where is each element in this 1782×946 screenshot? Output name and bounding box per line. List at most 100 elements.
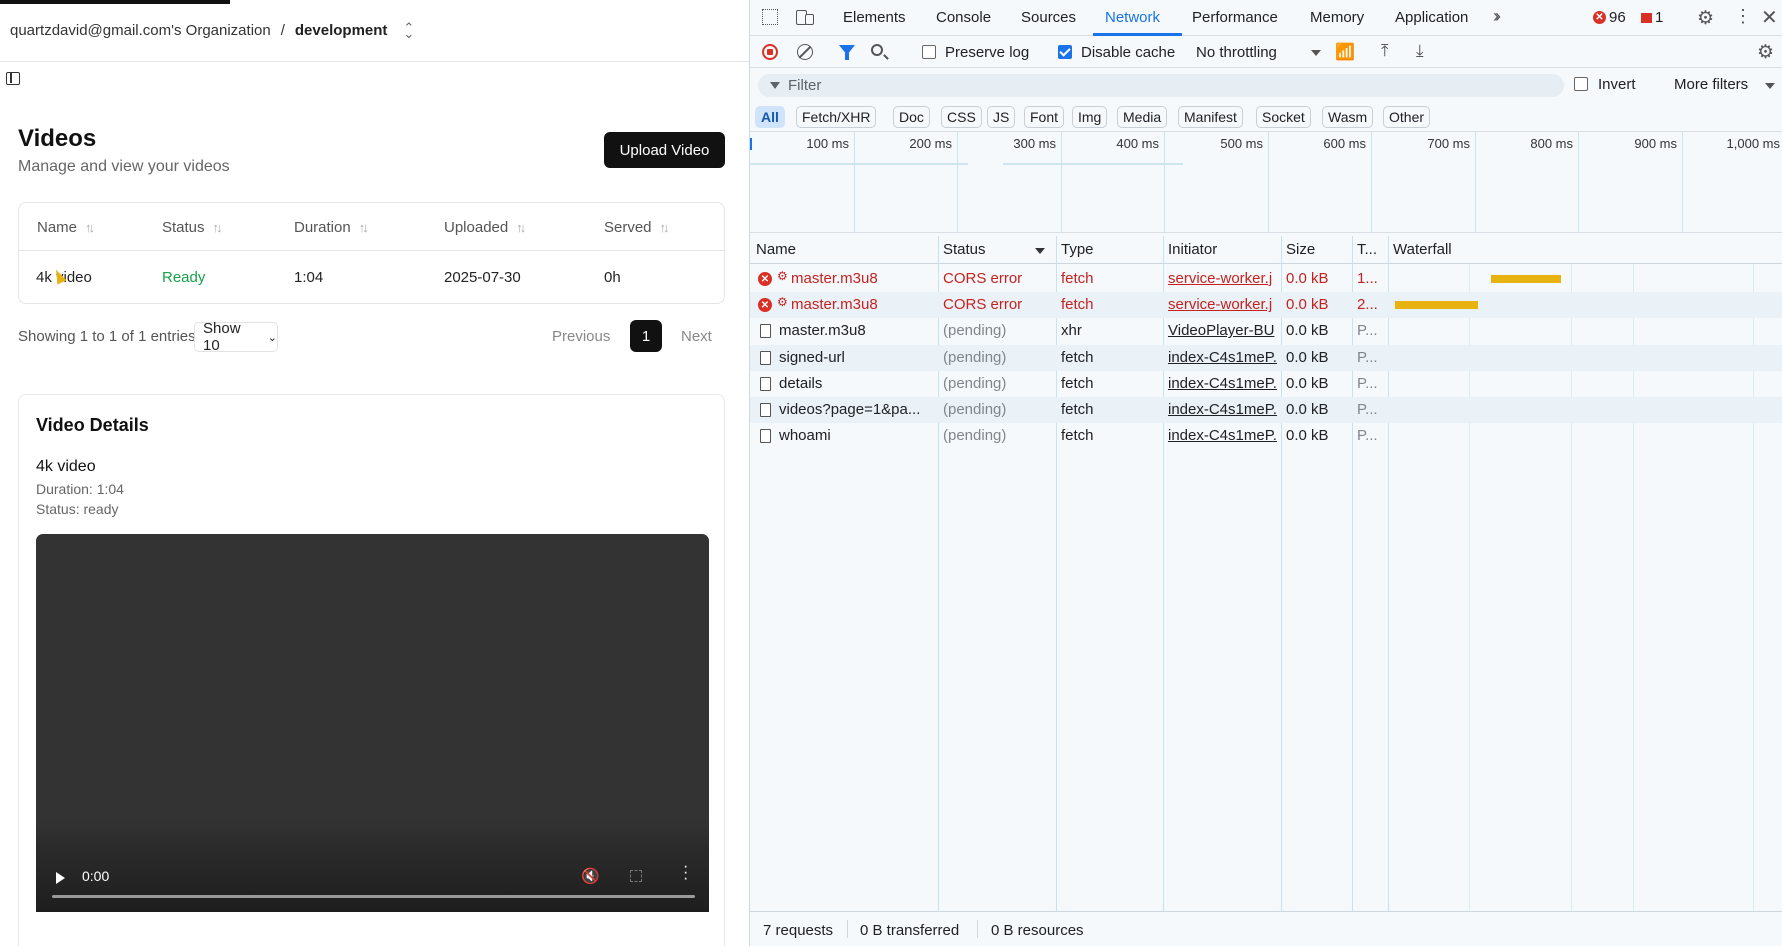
request-name[interactable]: master.m3u8 xyxy=(791,270,934,287)
request-initiator-link[interactable]: index-C4s1meP. xyxy=(1168,427,1279,444)
column-header-name[interactable]: Name ↑↓ xyxy=(37,219,95,236)
column-header-duration[interactable]: Duration ↑↓ xyxy=(294,219,369,236)
request-name[interactable]: signed-url xyxy=(779,349,934,366)
type-filter-other[interactable]: Other xyxy=(1383,106,1431,128)
tab-elements[interactable]: Elements xyxy=(843,9,906,26)
video-details-card: Video Details 4k video Duration: 1:04 St… xyxy=(18,394,725,946)
type-filter-font[interactable]: Font xyxy=(1024,106,1065,128)
video-player[interactable]: 0:00 🔇 · · · xyxy=(36,534,709,912)
request-row[interactable]: master.m3u8 (pending) xhr VideoPlayer-BU 0.0… xyxy=(750,318,1782,344)
tab-application[interactable]: Application xyxy=(1395,9,1468,26)
request-initiator-link[interactable]: VideoPlayer-BU xyxy=(1168,322,1279,339)
request-name[interactable]: master.m3u8 xyxy=(779,322,934,339)
column-header-size[interactable]: Size xyxy=(1286,241,1315,258)
disable-cache-checkbox[interactable] xyxy=(1058,45,1072,59)
column-header-served[interactable]: Served ↑↓ xyxy=(604,219,670,236)
error-icon: ✕ xyxy=(758,298,772,313)
timeline-overview[interactable]: 100 ms 200 ms 300 ms 400 ms 500 ms 600 ms 700 … xyxy=(750,132,1782,233)
tab-memory[interactable]: Memory xyxy=(1310,9,1364,26)
clear-icon[interactable] xyxy=(797,44,813,60)
filter-icon xyxy=(770,82,780,89)
sort-icon: ↑↓ xyxy=(358,220,369,235)
timeline-tick-label: 700 ms xyxy=(1427,136,1470,151)
type-filter-doc[interactable]: Doc xyxy=(893,106,930,128)
type-filter-fetch-xhr[interactable]: Fetch/XHR xyxy=(796,106,877,128)
issue-count-badge[interactable]: 1 xyxy=(1641,9,1663,26)
request-name[interactable]: details xyxy=(779,375,934,392)
type-filter-wasm[interactable]: Wasm xyxy=(1322,106,1374,128)
type-filter-js[interactable]: JS xyxy=(987,106,1016,128)
type-filter-img[interactable]: Img xyxy=(1072,106,1108,128)
request-row[interactable]: ✕ ⚙ master.m3u8 CORS error fetch service-work… xyxy=(750,266,1782,292)
request-initiator-link[interactable]: index-C4s1meP. xyxy=(1168,401,1279,418)
page-size-select[interactable]: Show 10 ⌄ xyxy=(194,320,278,354)
network-conditions-icon[interactable]: 📶 xyxy=(1335,42,1355,62)
video-progress-slider[interactable] xyxy=(52,895,695,898)
column-header-uploaded[interactable]: Uploaded ↑↓ xyxy=(444,219,526,236)
request-row[interactable]: ✕ ⚙ master.m3u8 CORS error fetch service-work… xyxy=(750,292,1782,319)
error-count-badge[interactable]: ✕ 96 xyxy=(1593,9,1626,26)
invert-checkbox[interactable] xyxy=(1574,77,1588,91)
request-initiator-link[interactable]: service-worker.j xyxy=(1168,270,1279,287)
record-icon[interactable] xyxy=(762,44,778,60)
request-row[interactable]: whoami (pending) fetch index-C4s1meP. 0.0 kB… xyxy=(750,423,1782,449)
more-options-icon[interactable]: · · · xyxy=(683,859,688,887)
play-icon[interactable] xyxy=(56,872,65,884)
type-filter-css[interactable]: CSS xyxy=(941,106,982,128)
close-icon[interactable]: ✕ xyxy=(1761,5,1778,30)
gear-icon[interactable]: ⚙ xyxy=(1697,7,1714,30)
org-breadcrumb[interactable]: quartzdavid@gmail.com's Organization xyxy=(10,22,271,39)
timeline-tick-label: 1,000 ms xyxy=(1726,136,1780,151)
request-initiator-link[interactable]: index-C4s1meP. xyxy=(1168,375,1279,392)
column-header-waterfall[interactable]: Waterfall xyxy=(1393,241,1452,258)
request-initiator-link[interactable]: service-worker.j xyxy=(1168,296,1279,313)
tab-console[interactable]: Console xyxy=(936,9,991,26)
next-page-button[interactable]: Next xyxy=(681,328,712,345)
previous-page-button[interactable]: Previous xyxy=(552,328,610,345)
waterfall-bar[interactable] xyxy=(1395,301,1478,310)
waterfall-bar[interactable] xyxy=(1491,275,1561,283)
volume-icon[interactable]: 🔇 xyxy=(581,867,600,885)
type-filter-all[interactable]: All xyxy=(755,106,785,128)
network-settings-icon[interactable]: ⚙ xyxy=(1757,41,1774,64)
timeline-tick-label: 600 ms xyxy=(1323,136,1366,151)
tab-performance[interactable]: Performance xyxy=(1192,9,1278,26)
upload-video-button[interactable]: Upload Video xyxy=(604,132,725,168)
inspect-element-icon[interactable] xyxy=(762,9,778,25)
throttling-select[interactable]: No throttling xyxy=(1196,44,1277,61)
column-header-status[interactable]: Status xyxy=(943,241,986,258)
request-type: fetch xyxy=(1061,270,1094,287)
request-name[interactable]: videos?page=1&pa... xyxy=(779,401,934,418)
page-number-button[interactable]: 1 xyxy=(630,320,662,352)
type-filter-media[interactable]: Media xyxy=(1117,106,1168,128)
project-breadcrumb[interactable]: development xyxy=(295,22,388,39)
timeline-gridline xyxy=(1578,132,1579,233)
request-row[interactable]: signed-url (pending) fetch index-C4s1meP. 0.… xyxy=(750,344,1782,371)
type-filter-manifest[interactable]: Manifest xyxy=(1178,106,1243,128)
tab-sources[interactable]: Sources xyxy=(1021,9,1076,26)
request-row[interactable]: videos?page=1&pa... (pending) fetch index-C… xyxy=(750,397,1782,423)
project-switcher-icon[interactable]: ⌃ ⌄ xyxy=(403,21,414,40)
more-tabs-icon[interactable]: ›› xyxy=(1493,6,1501,27)
column-header-status[interactable]: Status ↑↓ xyxy=(162,219,223,236)
request-name[interactable]: master.m3u8 xyxy=(791,296,934,313)
type-filter-socket[interactable]: Socket xyxy=(1256,106,1311,128)
kebab-menu-icon[interactable]: ⋮ xyxy=(1734,6,1752,27)
export-har-icon[interactable]: ⤓ xyxy=(1416,41,1424,61)
import-har-icon[interactable]: ⤒ xyxy=(1381,41,1389,61)
filter-icon[interactable] xyxy=(839,45,855,60)
sidebar-toggle-icon[interactable] xyxy=(6,72,20,85)
column-header-name[interactable]: Name xyxy=(756,241,796,258)
request-initiator-link[interactable]: index-C4s1meP. xyxy=(1168,349,1279,366)
filter-input[interactable]: Filter xyxy=(758,74,1564,97)
preserve-log-checkbox[interactable] xyxy=(922,45,936,59)
request-name[interactable]: whoami xyxy=(779,427,934,444)
tab-network[interactable]: Network xyxy=(1105,9,1160,26)
more-filters-dropdown[interactable]: More filters xyxy=(1674,76,1748,93)
column-header-time[interactable]: T... xyxy=(1357,241,1377,258)
column-header-initiator[interactable]: Initiator xyxy=(1168,241,1217,258)
search-icon[interactable] xyxy=(871,44,883,56)
column-header-type[interactable]: Type xyxy=(1061,241,1094,258)
request-row[interactable]: details (pending) fetch index-C4s1meP. 0.0 k… xyxy=(750,371,1782,397)
fullscreen-icon[interactable] xyxy=(630,870,642,882)
